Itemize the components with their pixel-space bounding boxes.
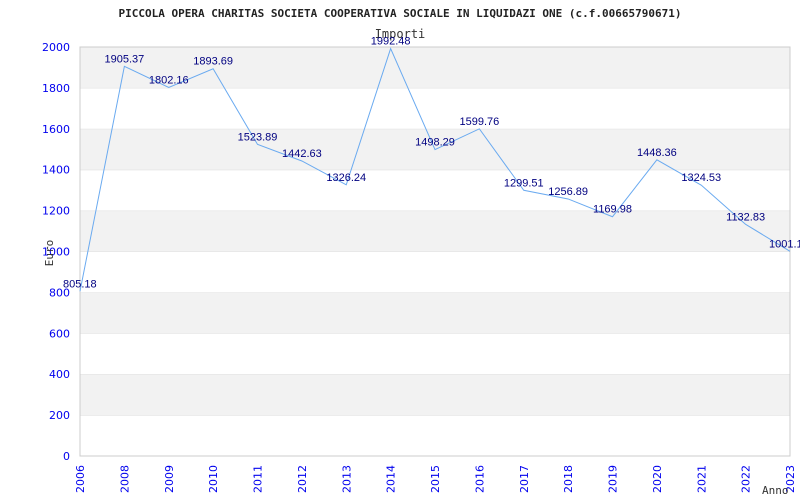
grid-band xyxy=(80,87,790,129)
data-label: 805.18 xyxy=(63,278,97,290)
grid-band xyxy=(80,251,790,293)
x-tick-label: 2012 xyxy=(296,465,309,493)
x-tick-label: 2006 xyxy=(74,465,87,493)
x-tick-label: 2008 xyxy=(118,465,131,493)
data-label: 1523.89 xyxy=(238,131,278,143)
grid-band xyxy=(80,415,790,456)
x-tick-label: 2021 xyxy=(695,465,708,493)
x-tick-label: 2016 xyxy=(473,465,486,493)
data-label: 1893.69 xyxy=(193,56,233,68)
y-tick-label: 200 xyxy=(49,409,70,422)
x-tick-label: 2018 xyxy=(562,465,575,493)
x-tick-label: 2010 xyxy=(207,465,220,493)
data-label: 1905.37 xyxy=(104,53,144,65)
data-label: 1498.29 xyxy=(415,137,455,149)
y-axis-label: Euro xyxy=(43,240,56,267)
y-tick-label: 1200 xyxy=(42,205,70,218)
x-tick-label: 2011 xyxy=(252,465,265,493)
y-tick-label: 2000 xyxy=(42,41,70,54)
data-label: 1802.16 xyxy=(149,74,189,86)
y-tick-label: 1400 xyxy=(42,164,70,177)
data-label: 1992.48 xyxy=(371,36,411,48)
data-label: 1299.51 xyxy=(504,177,544,189)
x-tick-label: 2009 xyxy=(163,465,176,493)
y-tick-label: 600 xyxy=(49,327,70,340)
grid-band xyxy=(80,374,790,416)
x-tick-label: 2015 xyxy=(429,465,442,493)
data-label: 1448.36 xyxy=(637,147,677,159)
data-label: 1169.98 xyxy=(593,204,632,216)
data-label: 1132.83 xyxy=(726,211,765,223)
grid-band xyxy=(80,292,790,334)
grid-band xyxy=(80,210,790,252)
data-label: 1001.1 xyxy=(769,238,800,250)
data-label: 1324.53 xyxy=(681,172,721,184)
y-tick-label: 0 xyxy=(63,450,70,463)
x-tick-label: 2017 xyxy=(518,465,531,493)
x-tick-label: 2013 xyxy=(340,465,353,493)
y-tick-label: 1600 xyxy=(42,123,70,136)
chart-title: PICCOLA OPERA CHARITAS SOCIETA COOPERATI… xyxy=(119,7,682,20)
x-tick-label: 2019 xyxy=(607,465,620,493)
data-label: 1599.76 xyxy=(459,116,499,128)
grid-band xyxy=(80,333,790,375)
y-tick-label: 1800 xyxy=(42,82,70,95)
data-label: 1326.24 xyxy=(326,172,366,184)
line-chart: PICCOLA OPERA CHARITAS SOCIETA COOPERATI… xyxy=(42,7,800,497)
x-tick-label: 2022 xyxy=(740,465,753,493)
x-tick-label: 2020 xyxy=(651,465,664,493)
data-label: 1256.89 xyxy=(548,186,588,198)
data-label: 1442.63 xyxy=(282,148,322,160)
x-tick-label: 2014 xyxy=(385,465,398,493)
y-tick-label: 400 xyxy=(49,368,70,381)
x-axis-label: Anno xyxy=(762,484,789,497)
